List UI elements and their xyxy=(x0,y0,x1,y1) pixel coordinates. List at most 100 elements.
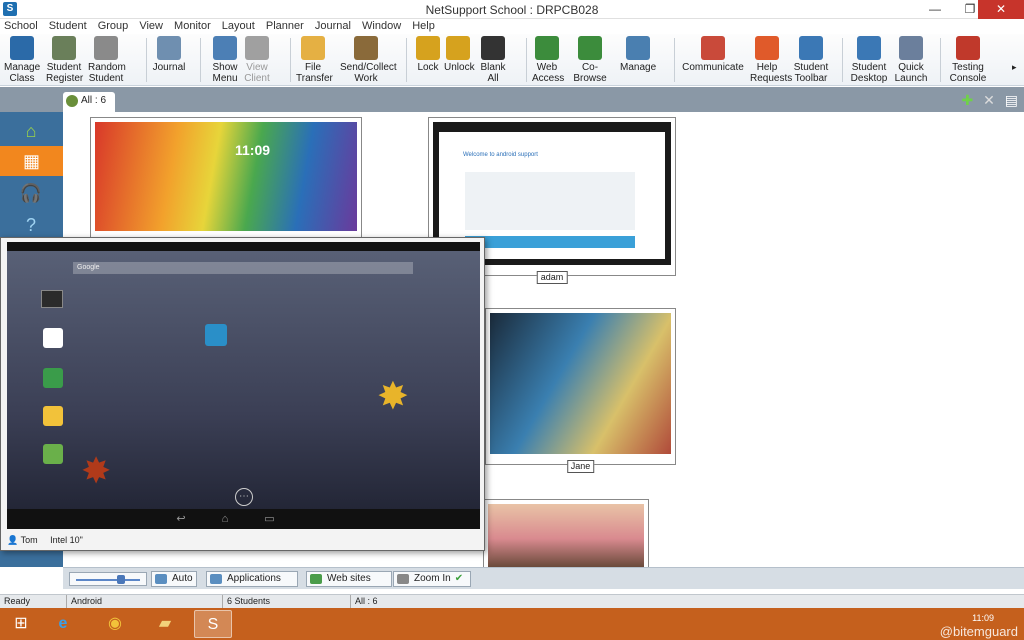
auto-arrange-icon xyxy=(155,574,167,584)
help-icon[interactable]: ? xyxy=(14,210,48,240)
manage-class-label: Manage Class xyxy=(4,62,41,84)
lockscreen-clock: 11:09 xyxy=(235,142,271,158)
file-transfer-button[interactable]: File Transfer xyxy=(296,36,333,84)
thumbnails-icon[interactable]: ▦ xyxy=(0,146,63,176)
auto-button[interactable]: Auto xyxy=(151,571,197,587)
send-collect-work-button[interactable]: Send/Collect Work xyxy=(340,36,397,84)
blank-all-button[interactable]: Blank All xyxy=(480,36,506,84)
toolbar-separator xyxy=(290,38,291,82)
zoom-slider[interactable] xyxy=(69,572,147,586)
student-register-button[interactable]: Student Register xyxy=(46,36,83,84)
app-icon[interactable] xyxy=(41,290,63,308)
student-thumbnail[interactable]: Jane xyxy=(485,308,676,473)
menu-school[interactable]: School xyxy=(0,19,42,34)
student-desktop-button[interactable]: Student Desktop xyxy=(850,36,888,84)
unlock-button[interactable]: Unlock xyxy=(444,36,475,84)
dice-icon xyxy=(94,36,118,60)
show-icon xyxy=(213,36,237,60)
menu-student[interactable]: Student xyxy=(45,19,91,34)
manage-label: Manage xyxy=(620,62,657,73)
manage-icon xyxy=(626,36,650,60)
chrome-icon[interactable]: ◉ xyxy=(96,610,134,638)
watermark: @bitemguard xyxy=(939,624,1018,639)
google-search-bar[interactable]: Google xyxy=(73,262,413,274)
user-icon: 👤 xyxy=(7,535,19,545)
zoom-in-button[interactable]: Zoom In ✔ xyxy=(393,571,471,587)
close-button[interactable]: ✕ xyxy=(978,0,1024,19)
menu-help[interactable]: Help xyxy=(408,19,439,34)
toolbar-separator xyxy=(200,38,201,82)
home-icon[interactable]: ⌂ xyxy=(14,116,48,146)
add-tab-icon[interactable]: ✚ xyxy=(962,92,974,108)
minimize-button[interactable]: — xyxy=(920,0,950,19)
play-store-icon[interactable] xyxy=(43,328,63,348)
student-name-label: adam xyxy=(536,271,568,284)
taskbar-clock[interactable]: 11:09 xyxy=(972,613,994,624)
co-browse-button[interactable]: Co-Browse xyxy=(566,36,614,84)
headphones-icon[interactable]: 🎧 xyxy=(14,178,48,208)
unlock-icon xyxy=(446,36,470,60)
student-thumbnail[interactable] xyxy=(483,499,649,567)
student-screen xyxy=(488,504,644,567)
slider-knob[interactable] xyxy=(116,575,125,584)
toolbar-separator xyxy=(842,38,843,82)
window-title: NetSupport School : DRPCB028 xyxy=(425,3,599,17)
manage-class-button[interactable]: Manage Class xyxy=(4,36,40,84)
unlock-label: Unlock xyxy=(444,62,475,73)
tab-all[interactable]: All : 6 xyxy=(63,92,115,112)
show-menu-button[interactable]: Show Menu xyxy=(210,36,240,84)
users-icon xyxy=(66,95,78,107)
journal-button[interactable]: Journal xyxy=(152,36,186,84)
applications-icon xyxy=(210,574,222,584)
web-access-button[interactable]: Web Access xyxy=(532,36,565,84)
student-toolbar-button[interactable]: Student Toolbar xyxy=(792,36,830,84)
maps-icon[interactable] xyxy=(43,444,63,464)
file-transfer-label: File Transfer xyxy=(296,62,333,84)
file-explorer-icon[interactable]: ▰ xyxy=(146,610,184,638)
page-heading: Welcome to android support xyxy=(463,152,538,158)
menu-monitor[interactable]: Monitor xyxy=(170,19,215,34)
web-access-label: Web Access xyxy=(532,62,565,84)
view-client-button[interactable]: View Client xyxy=(242,36,272,84)
start-icon[interactable]: ⊞ xyxy=(4,610,38,638)
testing-console-button[interactable]: Testing Console xyxy=(948,36,988,84)
student-screen: 11:09 xyxy=(95,122,357,231)
menu-view[interactable]: View xyxy=(135,19,167,34)
ie-icon[interactable]: e xyxy=(44,610,82,638)
student-thumbnail[interactable]: 11:09 xyxy=(90,117,362,242)
quick-launch-button[interactable]: Quick Launch xyxy=(894,36,928,84)
email-icon[interactable] xyxy=(43,406,63,426)
menu-journal[interactable]: Journal xyxy=(311,19,355,34)
drive-icon[interactable] xyxy=(43,368,63,388)
random-student-label: Random Student xyxy=(88,62,126,84)
zoomed-student-view[interactable]: Google ⋯ ✸ ✸ ↩⌂▭ 👤 Tom Intel 10" xyxy=(0,237,485,551)
applications-button[interactable]: Applications xyxy=(206,571,298,587)
tab-menu-icon[interactable]: ▤ xyxy=(1005,92,1018,108)
manage-button[interactable]: Manage xyxy=(620,36,656,84)
websites-button[interactable]: Web sites xyxy=(306,571,392,587)
status-bar: Ready Android 6 Students All : 6 xyxy=(0,594,1024,608)
netsupport-taskbar-icon[interactable]: S xyxy=(194,610,232,638)
menu-window[interactable]: Window xyxy=(358,19,405,34)
communicate-button[interactable]: Communicate xyxy=(682,36,744,84)
random-student-button[interactable]: Random Student xyxy=(88,36,126,84)
help-requests-button[interactable]: Help Requests xyxy=(750,36,792,84)
web-access-icon xyxy=(535,36,559,60)
manage-class-icon xyxy=(10,36,34,60)
menu-layout[interactable]: Layout xyxy=(218,19,259,34)
toolbar-overflow-icon[interactable]: ▸ xyxy=(1012,62,1017,73)
tab-strip: All : 6 ✚ ✕ ▤ xyxy=(0,87,1024,112)
lifebuoy-icon xyxy=(755,36,779,60)
journal-icon xyxy=(157,36,181,60)
close-tab-icon[interactable]: ✕ xyxy=(983,92,995,108)
contacts-icon[interactable] xyxy=(205,324,227,346)
student-toolbar-label: Student Toolbar xyxy=(793,62,829,84)
app-drawer-icon[interactable]: ⋯ xyxy=(235,488,253,506)
menu-group[interactable]: Group xyxy=(94,19,133,34)
menu-planner[interactable]: Planner xyxy=(262,19,308,34)
toolbar-separator xyxy=(406,38,407,82)
slider-track xyxy=(76,579,140,581)
page-strip xyxy=(465,236,635,248)
lock-button[interactable]: Lock xyxy=(416,36,440,84)
send-collect-work-label: Send/Collect Work xyxy=(340,62,397,84)
